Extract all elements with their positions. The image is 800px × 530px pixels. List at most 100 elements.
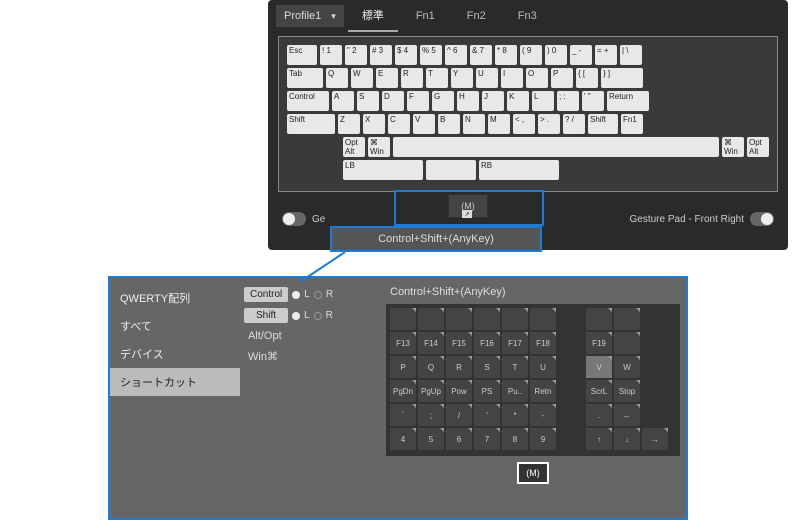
sidebar-item-device[interactable]: デバイス — [110, 340, 240, 368]
key-c[interactable]: C — [388, 114, 410, 134]
key-s[interactable]: S — [357, 91, 379, 111]
key-equals[interactable]: = + — [595, 45, 617, 65]
grid-key-pu[interactable]: Pu.. — [502, 380, 528, 402]
grid-key-f18[interactable]: F18 — [530, 332, 556, 354]
key-lb[interactable]: LB — [343, 160, 423, 180]
grid-key-up[interactable]: ↑ — [586, 428, 612, 450]
key-u[interactable]: U — [476, 68, 498, 88]
grid-key-f14[interactable]: F14 — [418, 332, 444, 354]
key-esc[interactable]: Esc — [287, 45, 317, 65]
tab-fn1[interactable]: Fn1 — [402, 0, 449, 32]
key-y[interactable]: Y — [451, 68, 473, 88]
key-f[interactable]: F — [407, 91, 429, 111]
radio-shift-r[interactable] — [314, 312, 322, 320]
grid-key-minus[interactable]: - — [530, 404, 556, 426]
grid-key-5[interactable]: 5 — [418, 428, 444, 450]
grid-key-f17[interactable]: F17 — [502, 332, 528, 354]
gesture-left-toggle[interactable] — [282, 212, 306, 226]
grid-key-left[interactable]: ← — [614, 404, 640, 426]
key-x[interactable]: X — [363, 114, 385, 134]
key-l[interactable]: L — [532, 91, 554, 111]
grid-key[interactable] — [586, 308, 612, 330]
key-8[interactable]: * 8 — [495, 45, 517, 65]
key-b[interactable]: B — [438, 114, 460, 134]
key-win-l[interactable]: ⌘ Win — [368, 137, 390, 157]
key-quote[interactable]: ' " — [582, 91, 604, 111]
grid-key-semi[interactable]: ; — [418, 404, 444, 426]
grid-key-retn[interactable]: Retn — [530, 380, 556, 402]
key-n[interactable]: N — [463, 114, 485, 134]
key-o[interactable]: O — [526, 68, 548, 88]
grid-key-star[interactable]: * — [502, 404, 528, 426]
key-rbracket[interactable]: } ] — [601, 68, 643, 88]
gesture-right-toggle[interactable] — [750, 212, 774, 226]
key-9[interactable]: ( 9 — [520, 45, 542, 65]
key-e[interactable]: E — [376, 68, 398, 88]
grid-key-r[interactable]: R — [446, 356, 472, 378]
key-p[interactable]: P — [551, 68, 573, 88]
grid-key-down[interactable]: ↓ — [614, 428, 640, 450]
key-d[interactable]: D — [382, 91, 404, 111]
grid-key-f16[interactable]: F16 — [474, 332, 500, 354]
key-return[interactable]: Return — [607, 91, 649, 111]
grid-key-t[interactable]: T — [502, 356, 528, 378]
grid-key-7[interactable]: 7 — [474, 428, 500, 450]
grid-key-pgup[interactable]: PgUp — [418, 380, 444, 402]
grid-key-4[interactable]: 4 — [390, 428, 416, 450]
grid-key-dot[interactable]: . — [586, 404, 612, 426]
grid-key-pow[interactable]: Pow — [446, 380, 472, 402]
key-t[interactable]: T — [426, 68, 448, 88]
grid-key-backtick[interactable]: ` — [390, 404, 416, 426]
key-3[interactable]: # 3 — [370, 45, 392, 65]
key-6[interactable]: ^ 6 — [445, 45, 467, 65]
grid-key[interactable] — [418, 308, 444, 330]
grid-key-scrl[interactable]: ScrL — [586, 380, 612, 402]
key-alt-l[interactable]: Opt Alt — [343, 137, 365, 157]
key-z[interactable]: Z — [338, 114, 360, 134]
key-lbracket[interactable]: { [ — [576, 68, 598, 88]
key-rb[interactable]: RB — [479, 160, 559, 180]
key-backslash[interactable]: | \ — [620, 45, 642, 65]
key-control[interactable]: Control — [287, 91, 329, 111]
key-semicolon[interactable]: ; : — [557, 91, 579, 111]
grid-key[interactable] — [446, 308, 472, 330]
grid-key-6[interactable]: 6 — [446, 428, 472, 450]
key-minus[interactable]: _ - — [570, 45, 592, 65]
grid-key-quote[interactable]: ' — [474, 404, 500, 426]
key-4[interactable]: $ 4 — [395, 45, 417, 65]
key-v[interactable]: V — [413, 114, 435, 134]
tab-standard[interactable]: 標準 — [348, 0, 398, 32]
key-comma[interactable]: < , — [513, 114, 535, 134]
key-r[interactable]: R — [401, 68, 423, 88]
tab-fn3[interactable]: Fn3 — [504, 0, 551, 32]
grid-key-stop[interactable]: Stop — [614, 380, 640, 402]
grid-key[interactable] — [474, 308, 500, 330]
key-tab[interactable]: Tab — [287, 68, 323, 88]
radio-shift-l[interactable] — [292, 312, 300, 320]
key-j[interactable]: J — [482, 91, 504, 111]
key-shift-r[interactable]: Shift — [588, 114, 618, 134]
grid-key-v[interactable]: V — [586, 356, 612, 378]
grid-key-ps[interactable]: PS — [474, 380, 500, 402]
grid-key-w[interactable]: W — [614, 356, 640, 378]
sidebar-item-shortcut[interactable]: ショートカット — [110, 368, 240, 396]
key-fn1[interactable]: Fn1 — [621, 114, 643, 134]
profile-dropdown[interactable]: Profile1 ▾ — [276, 5, 344, 27]
key-k[interactable]: K — [507, 91, 529, 111]
mod-control-chip[interactable]: Control — [244, 287, 288, 302]
grid-key-p[interactable]: P — [390, 356, 416, 378]
key-a[interactable]: A — [332, 91, 354, 111]
key-period[interactable]: > . — [538, 114, 560, 134]
key-2[interactable]: " 2 — [345, 45, 367, 65]
key-m[interactable]: M — [488, 114, 510, 134]
key-i[interactable]: I — [501, 68, 523, 88]
key-7[interactable]: & 7 — [470, 45, 492, 65]
grid-key[interactable] — [530, 308, 556, 330]
key-0[interactable]: ) 0 — [545, 45, 567, 65]
grid-key[interactable] — [502, 308, 528, 330]
mod-alt-label[interactable]: Alt/Opt — [240, 326, 380, 346]
grid-key-s[interactable]: S — [474, 356, 500, 378]
key-g[interactable]: G — [432, 91, 454, 111]
key-win-r[interactable]: ⌘ Win — [722, 137, 744, 157]
key-slash[interactable]: ? / — [563, 114, 585, 134]
